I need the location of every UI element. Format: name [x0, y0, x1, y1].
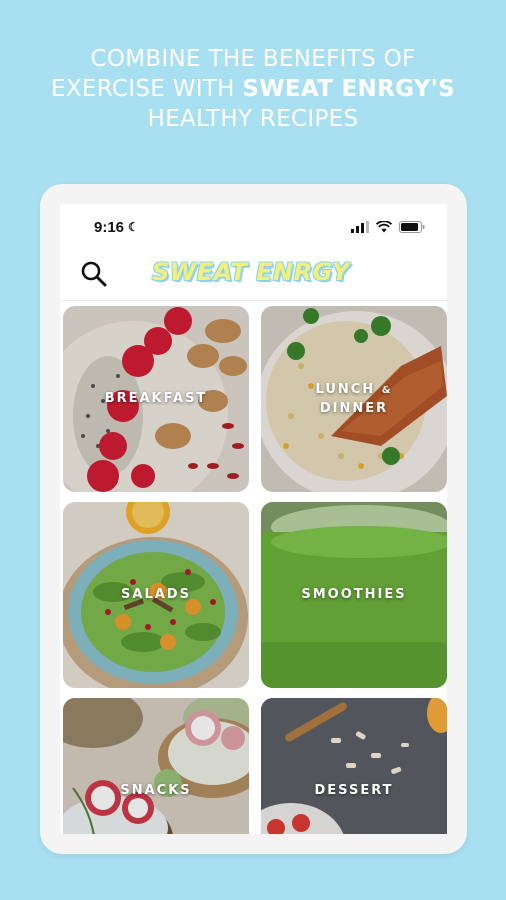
headline-line-2: EXERCISE WITH SWEAT ENRGY'S	[0, 74, 506, 104]
category-breakfast[interactable]: BREAKFAST	[63, 306, 249, 492]
app-header: SWEAT ENRGY	[60, 250, 447, 301]
recipe-category-grid: BREAKFAST LUNCH & DINNER SALADS SMOOTHIE…	[60, 300, 447, 834]
category-label: BREAKFAST	[104, 391, 208, 406]
wifi-icon	[376, 221, 392, 233]
app-screen: 9:16 ☾ SWEAT ENRGY BREAKFAST LUNCH & DIN…	[60, 204, 447, 834]
category-label: SNACKS	[120, 783, 192, 798]
headline-brand-text: SWEAT ENRGY'S	[242, 76, 455, 102]
category-smoothies[interactable]: SMOOTHIES	[261, 502, 447, 688]
signal-icon	[351, 221, 369, 233]
category-snacks[interactable]: SNACKS	[63, 698, 249, 834]
status-time-text: 9:16	[94, 218, 125, 236]
category-dessert[interactable]: DESSERT	[261, 698, 447, 834]
category-label-amp: &	[381, 384, 393, 396]
headline-plain-text: EXERCISE WITH	[51, 76, 243, 102]
headline-line-1: COMBINE THE BENEFITS OF	[90, 46, 416, 72]
category-label-dinner: DINNER	[319, 400, 389, 416]
moon-icon: ☾	[128, 220, 139, 234]
category-label: SALADS	[121, 587, 191, 602]
category-label: DESSERT	[314, 783, 394, 798]
dessert-image	[261, 698, 447, 834]
category-label-lunch: LUNCH	[315, 381, 376, 397]
category-label: LUNCH & DINNER	[316, 381, 393, 418]
promo-headline: COMBINE THE BENEFITS OF EXERCISE WITH SW…	[0, 44, 506, 134]
status-time: 9:16 ☾	[94, 219, 139, 236]
headline-line-3: HEALTHY RECIPES	[147, 106, 359, 132]
category-salads[interactable]: SALADS	[63, 502, 249, 688]
tablet-frame: 9:16 ☾ SWEAT ENRGY BREAKFAST LUNCH & DIN…	[40, 184, 467, 854]
status-icons	[351, 221, 425, 233]
category-label: SMOOTHIES	[301, 587, 407, 602]
status-bar: 9:16 ☾	[60, 204, 447, 250]
battery-icon	[399, 221, 425, 233]
search-icon	[81, 261, 107, 287]
snacks-image	[63, 698, 249, 834]
search-button[interactable]	[78, 258, 110, 290]
category-lunch-dinner[interactable]: LUNCH & DINNER	[261, 306, 447, 492]
app-logo: SWEAT ENRGY	[152, 258, 350, 286]
